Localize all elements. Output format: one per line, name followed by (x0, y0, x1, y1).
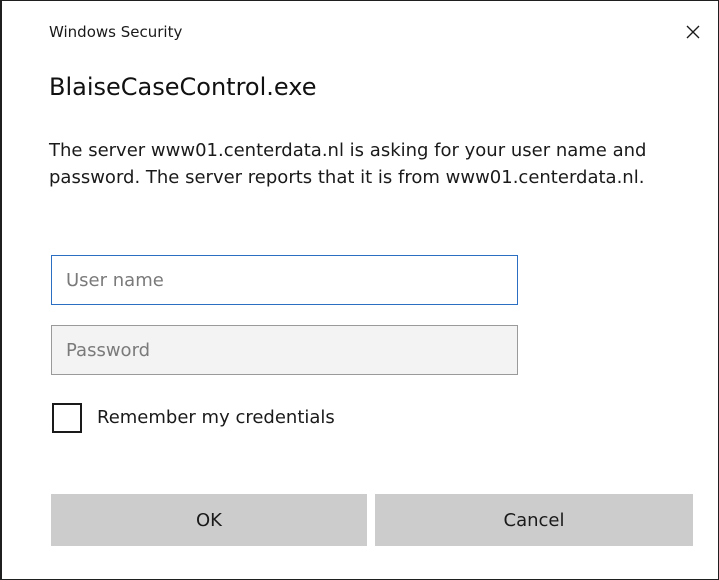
remember-credentials-label: Remember my credentials (97, 407, 335, 428)
close-icon (686, 25, 700, 39)
password-input[interactable] (51, 325, 518, 375)
cancel-button[interactable]: Cancel (375, 494, 693, 546)
checkbox-box[interactable] (52, 403, 82, 433)
windows-security-dialog: Windows Security BlaiseCaseControl.exe T… (0, 0, 719, 580)
close-button[interactable] (674, 15, 712, 49)
remember-credentials-checkbox[interactable]: Remember my credentials (52, 402, 335, 434)
window-title: Windows Security (49, 23, 183, 41)
app-name-heading: BlaiseCaseControl.exe (49, 73, 317, 101)
username-input[interactable] (51, 255, 518, 305)
server-message: The server www01.centerdata.nl is asking… (49, 140, 647, 188)
ok-button[interactable]: OK (51, 494, 367, 546)
